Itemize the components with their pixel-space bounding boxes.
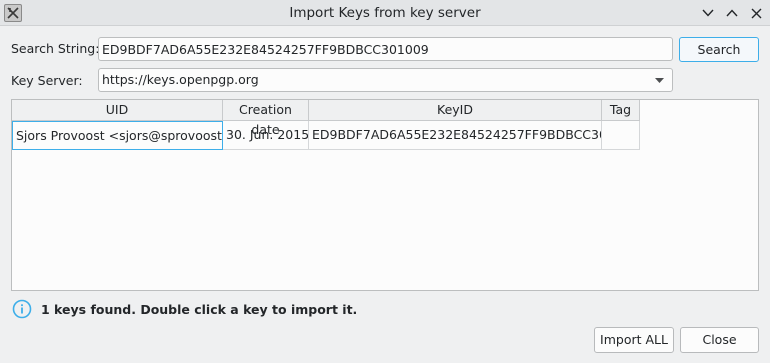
close-icon [751, 8, 761, 18]
key-server-combobox[interactable]: https://keys.openpgp.org [98, 68, 673, 92]
search-input[interactable] [98, 37, 673, 61]
key-server-value: https://keys.openpgp.org [102, 72, 259, 87]
search-button[interactable]: Search [679, 37, 759, 62]
minimize-button[interactable] [698, 3, 718, 23]
column-header-keyid[interactable]: KeyID [309, 100, 602, 121]
search-string-label: Search String: [11, 41, 100, 56]
info-icon [12, 299, 32, 319]
column-header-creation-date[interactable]: Creation date [223, 100, 309, 137]
cell-creation-date[interactable]: 30. Jun. 2015 [223, 121, 309, 150]
column-header-uid[interactable]: UID [12, 100, 223, 121]
status-message: 1 keys found. Double click a key to impo… [12, 298, 357, 320]
chevron-down-icon [702, 9, 714, 17]
keys-table[interactable]: UID Creation date KeyID Tag Sjors Provoo… [11, 99, 759, 291]
status-text: 1 keys found. Double click a key to impo… [41, 301, 358, 317]
window-title: Import Keys from key server [289, 5, 481, 21]
column-header-tag[interactable]: Tag [602, 100, 640, 121]
maximize-button[interactable] [722, 3, 742, 23]
cell-tag[interactable] [602, 121, 640, 150]
close-button[interactable]: Close [680, 327, 759, 353]
dropdown-arrow-icon [655, 78, 664, 83]
title-bar: Import Keys from key server [0, 0, 770, 26]
cell-uid[interactable]: Sjors Provoost <sjors@sprovoost.nl> [12, 121, 223, 150]
import-all-button[interactable]: Import ALL [594, 327, 674, 353]
cell-keyid[interactable]: ED9BDF7AD6A55E232E84524257FF9BDBCC301009 [309, 121, 602, 150]
close-window-button[interactable] [746, 3, 766, 23]
key-server-label: Key Server: [11, 73, 83, 88]
chevron-up-icon [726, 9, 738, 17]
